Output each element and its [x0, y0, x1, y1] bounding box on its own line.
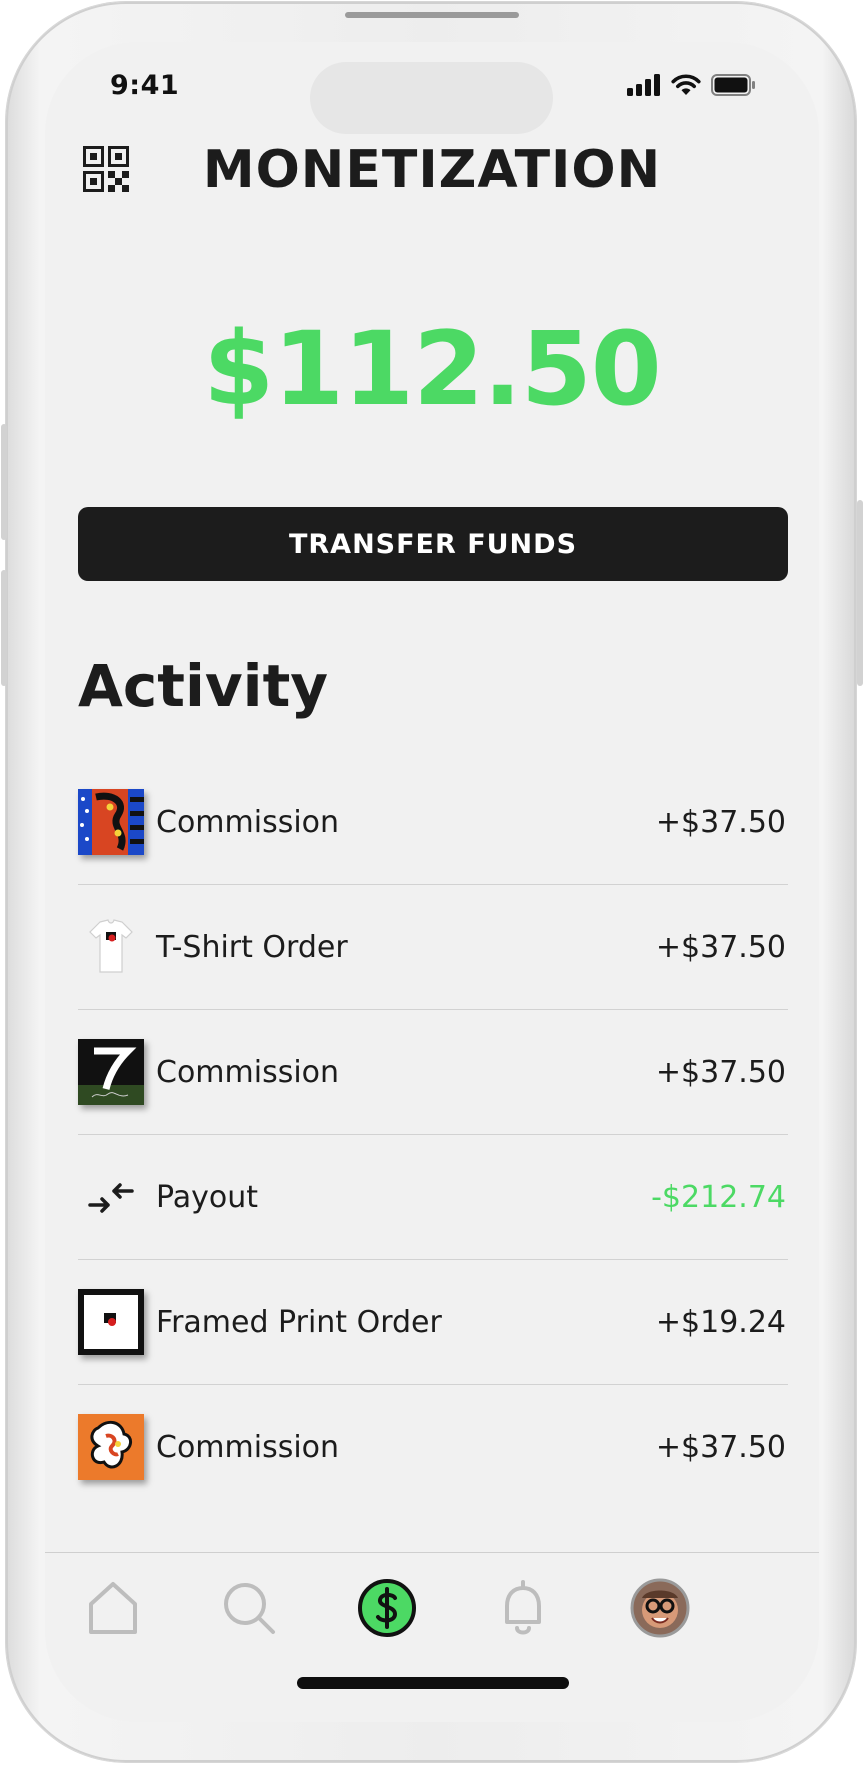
artwork-thumbnail-icon — [78, 1414, 144, 1480]
activity-row[interactable]: Payout -$212.74 — [78, 1135, 788, 1260]
tab-notifications[interactable] — [488, 1573, 558, 1643]
avatar — [630, 1578, 690, 1638]
home-icon — [89, 1582, 137, 1634]
activity-heading: Activity — [78, 652, 329, 720]
activity-amount: +$19.24 — [655, 1304, 786, 1340]
dynamic-island — [310, 62, 553, 134]
payout-arrows-icon — [78, 1164, 144, 1230]
cellular-signal-icon — [627, 74, 660, 96]
activity-list: Commission +$37.50 T-Shirt Order +$37.50 — [78, 760, 788, 1509]
transfer-funds-button[interactable]: TRANSFER FUNDS — [78, 507, 788, 581]
activity-label: Framed Print Order — [156, 1304, 442, 1340]
speaker-slit — [345, 12, 519, 18]
activity-row[interactable]: Commission +$37.50 — [78, 1385, 788, 1509]
artwork-thumbnail-icon — [78, 789, 144, 855]
activity-row[interactable]: Framed Print Order +$19.24 — [78, 1260, 788, 1385]
search-icon — [224, 1583, 275, 1634]
activity-amount: +$37.50 — [655, 1429, 786, 1465]
activity-row[interactable]: Commission +$37.50 — [78, 1010, 788, 1135]
side-button-left-2 — [1, 570, 7, 686]
home-indicator — [297, 1677, 569, 1689]
side-button-left-1 — [1, 424, 7, 540]
activity-amount: +$37.50 — [655, 804, 786, 840]
wifi-icon — [671, 74, 701, 95]
activity-label: T-Shirt Order — [156, 929, 348, 965]
artwork-thumbnail-icon — [78, 1039, 144, 1105]
activity-label: Commission — [156, 1429, 340, 1465]
screen: 9:41 MONETIZATION $112.50 TRANSFER FUNDS… — [45, 42, 819, 1722]
side-button-right — [857, 500, 863, 686]
page-title: MONETIZATION — [202, 140, 662, 200]
tab-bar — [45, 1552, 819, 1722]
activity-label: Commission — [156, 804, 340, 840]
framed-print-icon — [78, 1289, 144, 1355]
tshirt-icon — [78, 914, 144, 980]
activity-amount: -$212.74 — [651, 1179, 786, 1215]
tab-monetization[interactable] — [352, 1573, 422, 1643]
activity-amount: +$37.50 — [655, 929, 786, 965]
tab-home[interactable] — [78, 1573, 148, 1643]
bell-icon — [505, 1580, 541, 1635]
tab-profile[interactable] — [625, 1573, 695, 1643]
status-icons — [627, 74, 757, 96]
activity-amount: +$37.50 — [655, 1054, 786, 1090]
battery-icon — [711, 74, 755, 96]
activity-label: Commission — [156, 1054, 340, 1090]
balance-amount: $112.50 — [203, 310, 662, 429]
status-time: 9:41 — [110, 70, 180, 101]
activity-row[interactable]: T-Shirt Order +$37.50 — [78, 885, 788, 1010]
tab-search[interactable] — [214, 1573, 284, 1643]
activity-row[interactable]: Commission +$37.50 — [78, 760, 788, 885]
dollar-icon — [358, 1579, 416, 1637]
activity-label: Payout — [156, 1179, 259, 1215]
